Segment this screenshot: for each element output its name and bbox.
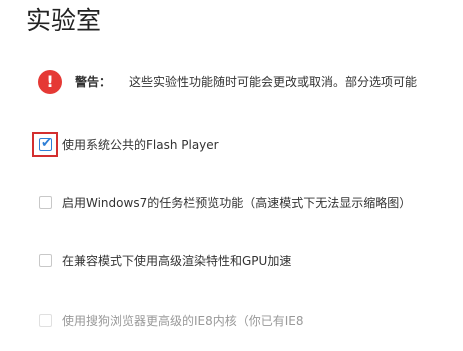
option-label-compat-gpu-acceleration: 在兼容模式下使用高级渲染特性和GPU加速 [62,254,292,268]
page-title: 实验室 [26,6,102,35]
checkbox-compat-gpu-acceleration[interactable] [39,254,52,267]
warning-banner: ! 警告： 这些实验性功能随时可能会更改或取消。部分选项可能 [38,70,463,94]
checkmark-icon: ✔ [41,136,52,151]
warning-text: 这些实验性功能随时可能会更改或取消。部分选项可能 [129,75,418,89]
checkbox-win7-taskbar-preview[interactable] [39,196,52,209]
option-label-system-flash-player: 使用系统公共的Flash Player [62,138,219,152]
checkbox-ie8-kernel [39,314,52,327]
option-label-win7-taskbar-preview: 启用Windows7的任务栏预览功能（高速模式下无法显示缩略图） [62,196,412,210]
option-label-ie8-kernel: 使用搜狗浏览器更高级的IE8内核（你已有IE8 [62,314,304,328]
exclamation-icon: ! [38,70,62,94]
checkbox-system-flash-player[interactable]: ✔ [39,136,52,151]
warning-label: 警告： [75,75,112,89]
